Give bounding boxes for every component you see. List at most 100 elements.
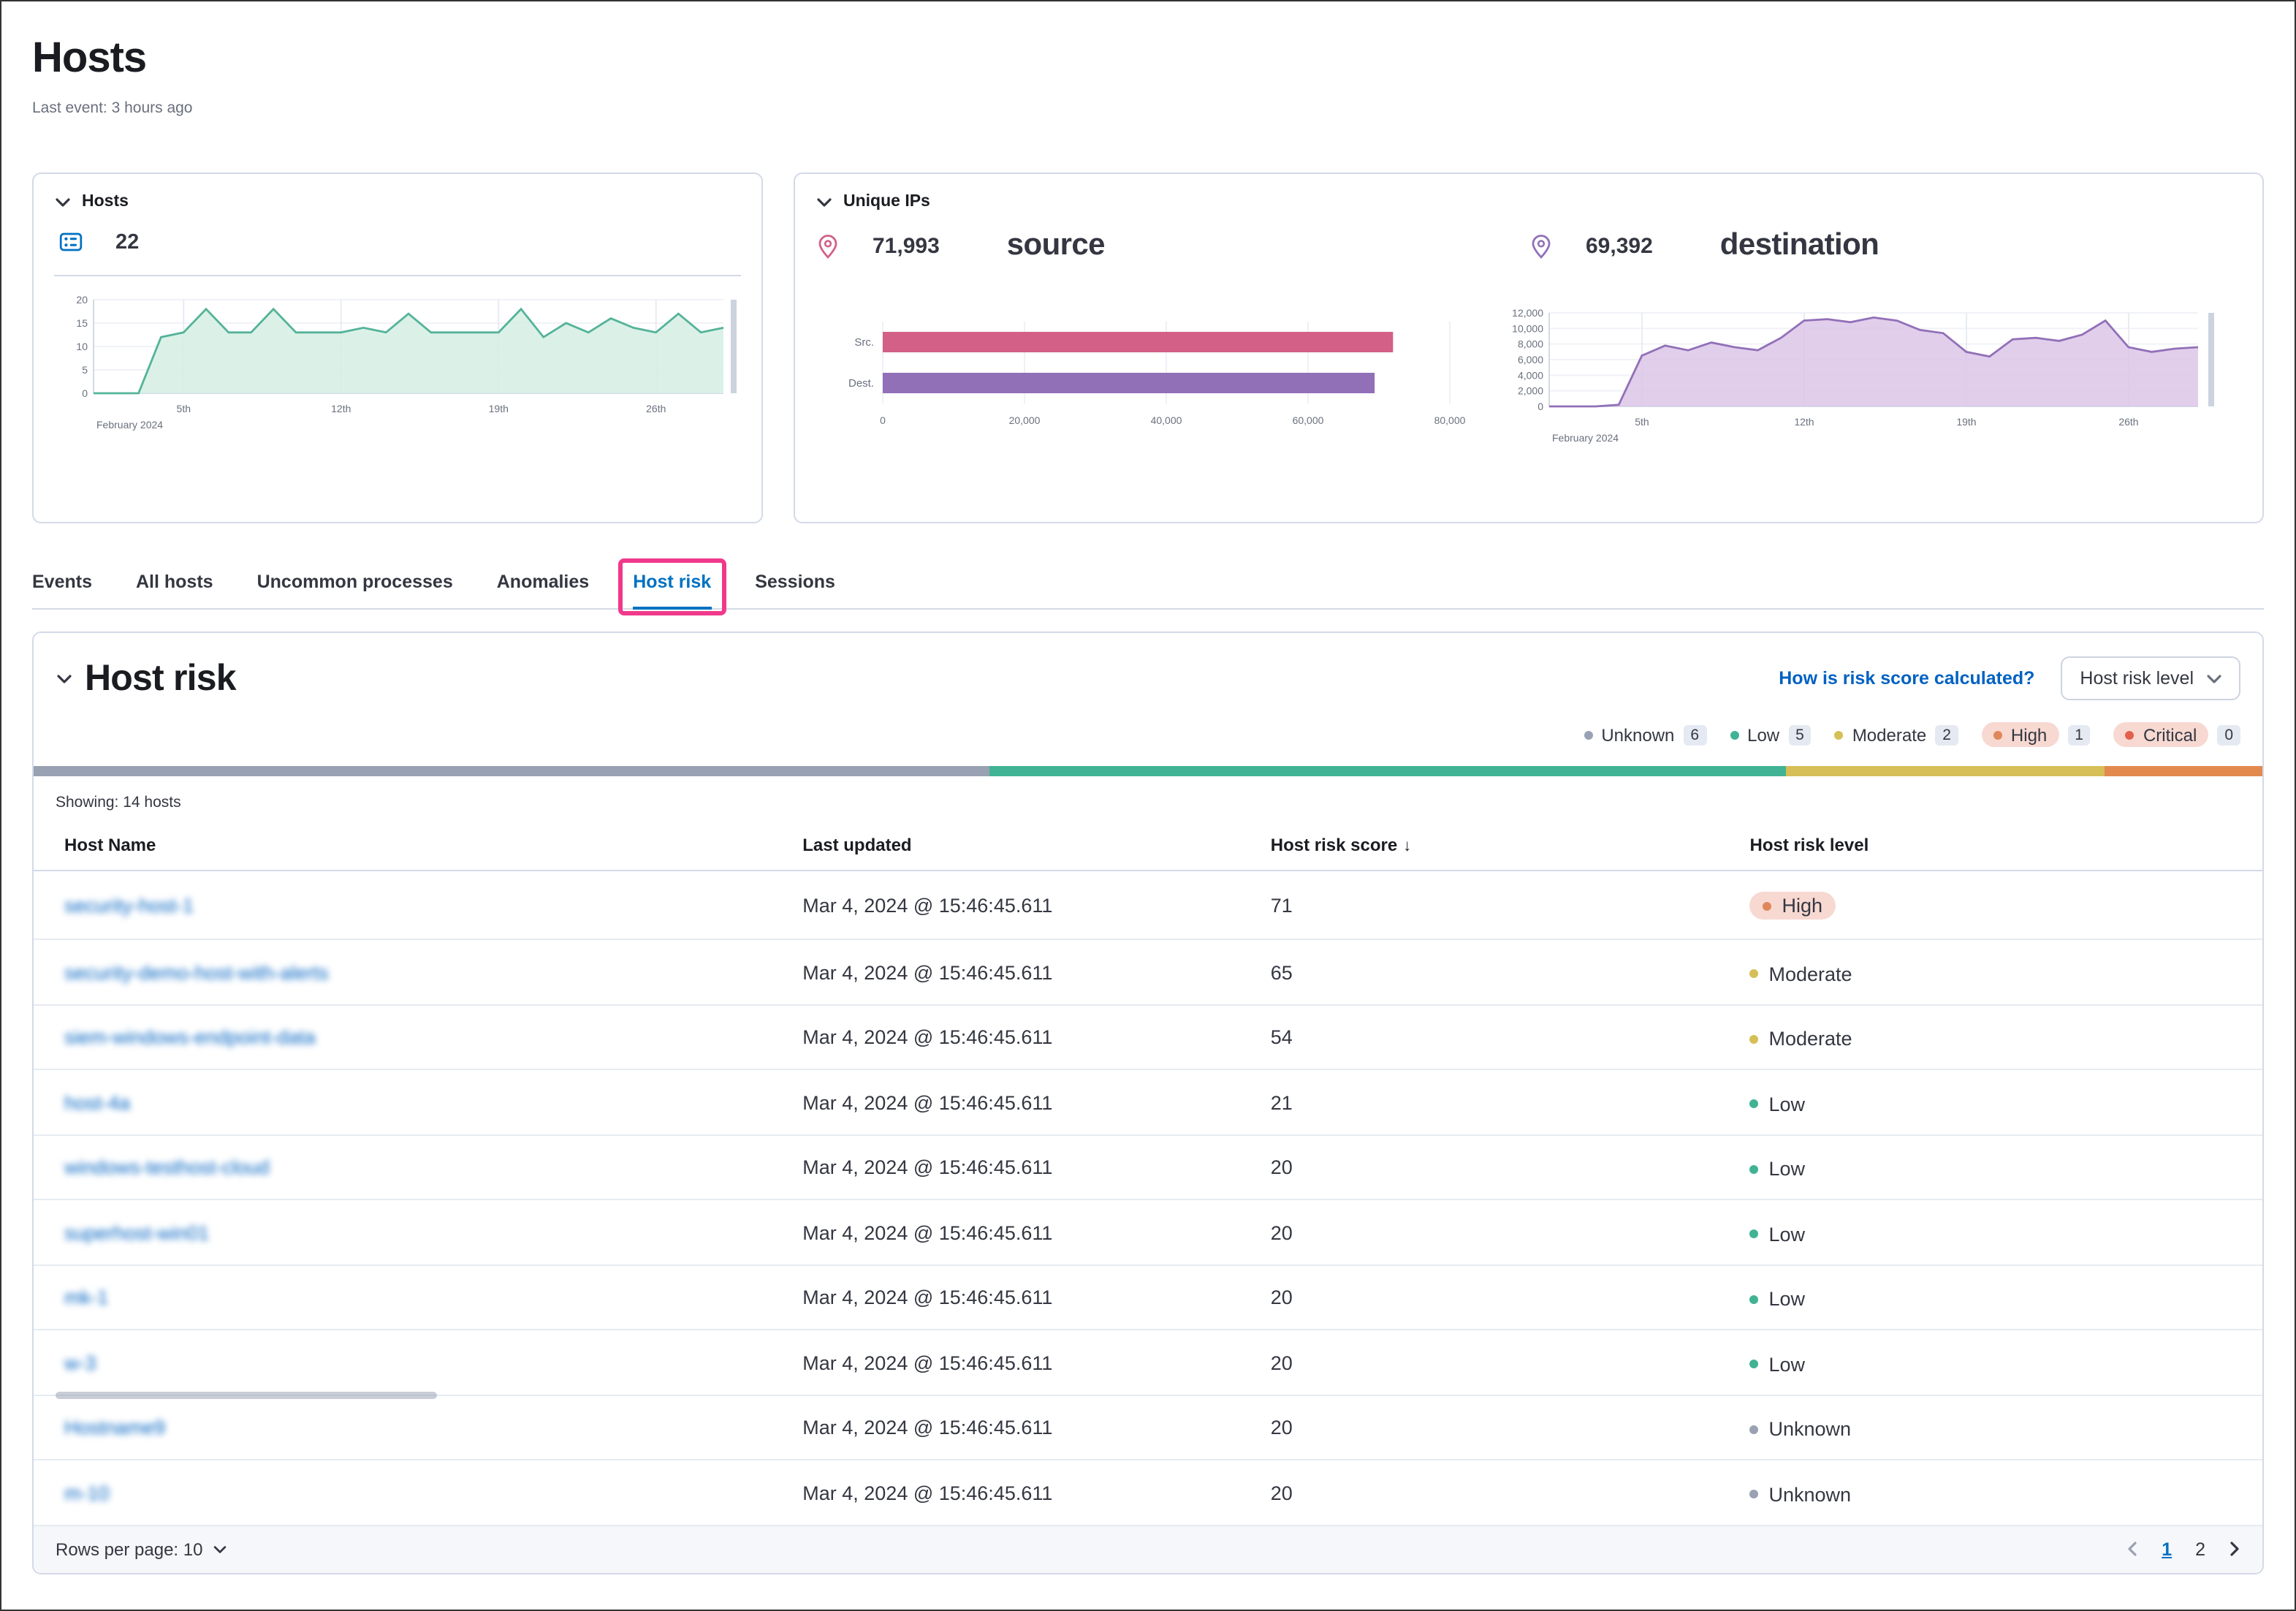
host-name-cell: m-10: [34, 1460, 802, 1525]
host-name-link[interactable]: security-demo-host-with-alerts: [64, 962, 329, 984]
risk-level-label: Moderate: [1769, 1028, 1852, 1050]
column-header-last-updated[interactable]: Last updated: [802, 826, 1271, 871]
chevron-down-icon: [213, 1544, 226, 1553]
risk-score-help-link[interactable]: How is risk score calculated?: [1779, 668, 2034, 689]
host-name-link[interactable]: superhost-win01: [64, 1222, 209, 1244]
svg-text:20: 20: [76, 294, 88, 306]
page-button-1[interactable]: 1: [2162, 1539, 2172, 1559]
legend-item-high[interactable]: High1: [1982, 722, 2091, 747]
risk-level-label: Unknown: [1769, 1483, 1852, 1505]
collapse-ips-panel-chevron-icon[interactable]: [816, 193, 833, 211]
last-event-text: Last event: 3 hours ago: [32, 99, 2264, 117]
next-page-chevron-icon[interactable]: [2229, 1541, 2240, 1557]
risk-dot-icon: [1750, 1360, 1759, 1368]
risk-legend: Unknown6 Low5 Moderate2 High1 Critical0: [34, 700, 2262, 760]
svg-text:26th: 26th: [2118, 416, 2138, 428]
svg-text:12,000: 12,000: [1512, 307, 1543, 319]
svg-text:26th: 26th: [646, 403, 666, 414]
risk-level-label: Low: [1769, 1288, 1806, 1310]
host-name-cell: w-3: [34, 1330, 802, 1395]
page-button-2[interactable]: 2: [2195, 1539, 2205, 1559]
risk-level-label: Low: [1769, 1093, 1806, 1115]
tab-sessions[interactable]: Sessions: [755, 572, 835, 608]
last-updated-cell: Mar 4, 2024 @ 15:46:45.611: [802, 871, 1271, 939]
host-name-link[interactable]: windows-testhost-cloud: [64, 1157, 270, 1179]
hosts-panel-title: Hosts: [82, 193, 129, 211]
risk-level-cell: Unknown: [1750, 1395, 2263, 1460]
host-name-cell: security-demo-host-with-alerts: [34, 939, 802, 1004]
svg-text:5th: 5th: [1635, 416, 1649, 428]
svg-text:60,000: 60,000: [1293, 414, 1324, 426]
svg-text:February 2024: February 2024: [96, 419, 163, 431]
risk-score-cell: 71: [1271, 871, 1750, 939]
risk-level-cell: Low: [1750, 1265, 2263, 1330]
tab-uncommon-processes[interactable]: Uncommon processes: [257, 572, 453, 608]
host-name-link[interactable]: mk-1: [64, 1287, 108, 1309]
collapse-hosts-panel-chevron-icon[interactable]: [54, 193, 72, 211]
legend-core: Unknown: [1584, 724, 1674, 745]
risk-level-cell: High: [1750, 871, 2263, 939]
host-name-cell: host-4a: [34, 1069, 802, 1134]
column-header-host-risk-level[interactable]: Host risk level: [1750, 826, 2263, 871]
risk-level-cell: Moderate: [1750, 1004, 2263, 1069]
host-name-link[interactable]: w-3: [64, 1352, 96, 1374]
risk-level-cell: Low: [1750, 1199, 2263, 1265]
table-row: windows-testhost-cloud Mar 4, 2024 @ 15:4…: [34, 1134, 2262, 1199]
last-updated-cell: Mar 4, 2024 @ 15:46:45.611: [802, 1330, 1271, 1395]
svg-text:5: 5: [82, 364, 88, 376]
legend-item-low[interactable]: Low5: [1730, 724, 1812, 745]
tab-anomalies[interactable]: Anomalies: [497, 572, 589, 608]
source-ips-stat: 71,993 source: [816, 228, 1529, 263]
legend-item-unknown[interactable]: Unknown6: [1584, 724, 1706, 745]
risk-level-cell: Low: [1750, 1134, 2263, 1199]
hosts-area-chart: 051015205th12th19th26thFebruary 2024: [54, 291, 741, 441]
page-title: Hosts: [32, 34, 2264, 83]
risk-distribution-bar: [34, 766, 2262, 776]
collapse-host-risk-chevron-icon[interactable]: [56, 670, 73, 687]
svg-text:0: 0: [82, 387, 88, 399]
svg-text:February 2024: February 2024: [1552, 432, 1619, 444]
legend-item-moderate[interactable]: Moderate2: [1835, 724, 1958, 745]
last-updated-cell: Mar 4, 2024 @ 15:46:45.611: [802, 1460, 1271, 1525]
risk-level-label: Low: [1769, 1353, 1806, 1375]
risk-level-badge: Moderate: [1750, 1028, 1852, 1050]
host-risk-level-filter-button[interactable]: Host risk level: [2061, 656, 2240, 700]
host-name-link[interactable]: security-host-1: [64, 895, 194, 917]
table-row: mk-1Mar 4, 2024 @ 15:46:45.61120Low: [34, 1265, 2262, 1330]
column-header-host-risk-score[interactable]: Host risk score↓: [1271, 826, 1750, 871]
risk-level-label: Unknown: [1769, 1418, 1852, 1440]
horizontal-scrollbar-thumb[interactable]: [56, 1392, 437, 1399]
tab-host-risk[interactable]: Host risk: [633, 572, 711, 608]
legend-core: Low: [1730, 724, 1779, 745]
risk-score-cell: 21: [1271, 1069, 1750, 1134]
distribution-segment-unknown: [34, 766, 989, 776]
tab-all-hosts[interactable]: All hosts: [136, 572, 213, 608]
last-updated-cell: Mar 4, 2024 @ 15:46:45.611: [802, 1395, 1271, 1460]
risk-level-label: High: [1782, 895, 1823, 917]
risk-dot-icon: [1750, 1425, 1759, 1433]
svg-text:Dest.: Dest.: [848, 377, 874, 390]
svg-text:6,000: 6,000: [1518, 354, 1543, 365]
column-header-host-name[interactable]: Host Name: [34, 826, 802, 871]
destination-label: destination: [1720, 228, 1879, 263]
host-name-link[interactable]: host-4a: [64, 1092, 130, 1114]
host-name-link[interactable]: m-10: [64, 1482, 110, 1504]
host-name-link[interactable]: siem-windows-endpoint-data: [64, 1027, 316, 1049]
risk-dot-icon: [1993, 730, 2002, 739]
distribution-segment-low: [989, 766, 1785, 776]
last-updated-cell: Mar 4, 2024 @ 15:46:45.611: [802, 1134, 1271, 1199]
svg-text:20,000: 20,000: [1009, 414, 1041, 426]
destination-ips-count: 69,392: [1586, 233, 1653, 258]
risk-dot-icon: [1750, 1229, 1759, 1238]
legend-item-critical[interactable]: Critical0: [2114, 722, 2240, 747]
risk-dot-icon: [1750, 1490, 1759, 1498]
table-row: siem-windows-endpoint-dataMar 4, 2024 @ …: [34, 1004, 2262, 1069]
host-name-link[interactable]: Hostname9: [64, 1417, 165, 1439]
risk-level-label: Low: [1769, 1158, 1806, 1180]
rows-per-page-button[interactable]: Rows per page: 10: [56, 1539, 226, 1559]
tab-events[interactable]: Events: [32, 572, 92, 608]
svg-text:10,000: 10,000: [1512, 322, 1543, 334]
previous-page-chevron-icon[interactable]: [2126, 1541, 2138, 1557]
svg-text:19th: 19th: [1956, 416, 1976, 428]
svg-text:4,000: 4,000: [1518, 369, 1543, 381]
